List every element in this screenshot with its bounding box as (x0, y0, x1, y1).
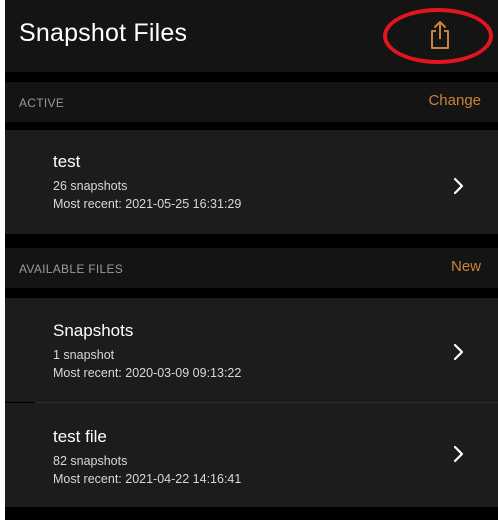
section-header-active: ACTIVE Change (5, 82, 498, 122)
chevron-right-icon (453, 445, 464, 463)
file-name: test file (53, 427, 107, 446)
share-button[interactable] (425, 18, 455, 52)
snapshot-count: 82 snapshots (53, 454, 128, 468)
chevron-right-icon (453, 343, 464, 361)
snapshot-files-screen: Snapshot Files ACTIVE Change test 26 sna… (5, 0, 498, 520)
snapshot-count: 1 snapshot (53, 348, 115, 362)
new-button[interactable]: New (451, 258, 481, 275)
navigation-bar: Snapshot Files (5, 0, 498, 72)
share-icon (431, 21, 449, 49)
section-header-available: AVAILABLE FILES New (5, 248, 498, 288)
most-recent: Most recent: 2020-03-09 09:13:22 (53, 366, 242, 380)
most-recent: Most recent: 2021-05-25 16:31:29 (53, 197, 242, 211)
change-button[interactable]: Change (428, 92, 481, 109)
active-file-row[interactable]: test 26 snapshots Most recent: 2021-05-2… (5, 130, 498, 234)
section-title-active: ACTIVE (19, 96, 65, 110)
snapshot-count: 26 snapshots (53, 179, 128, 193)
page-title: Snapshot Files (19, 19, 188, 47)
most-recent: Most recent: 2021-04-22 14:16:41 (53, 472, 242, 486)
chevron-right-icon (453, 177, 464, 195)
file-row[interactable]: Snapshots 1 snapshot Most recent: 2020-0… (5, 298, 498, 402)
section-title-available: AVAILABLE FILES (19, 262, 124, 276)
file-name: test (53, 152, 81, 171)
file-name: Snapshots (53, 321, 134, 340)
file-row[interactable]: test file 82 snapshots Most recent: 2021… (5, 403, 498, 507)
